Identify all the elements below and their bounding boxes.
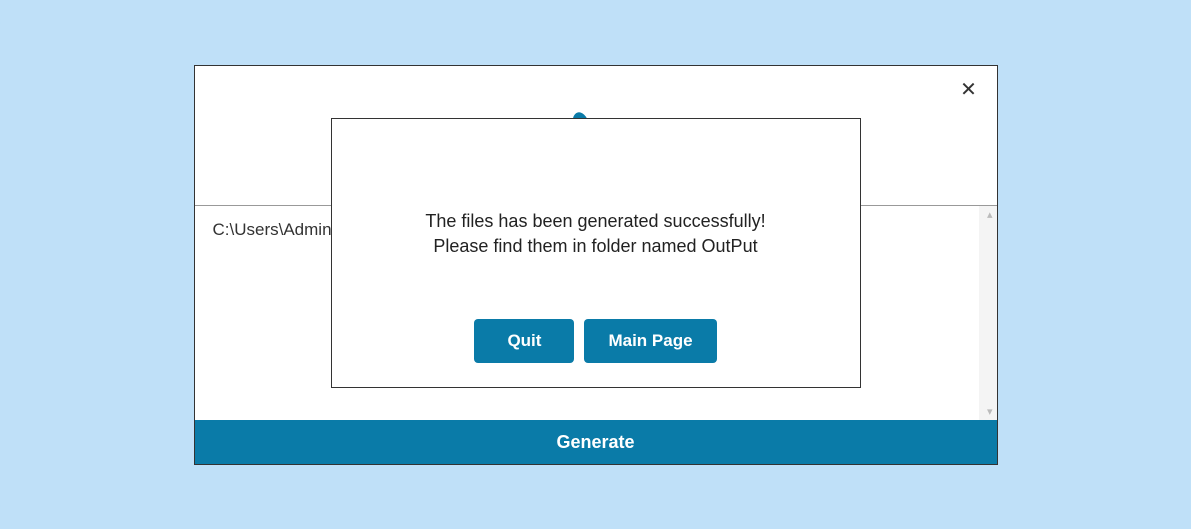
modal-message-line2: Please find them in folder named OutPut: [425, 234, 765, 259]
close-button[interactable]: ✕: [957, 78, 981, 102]
modal-button-row: Quit Main Page: [474, 319, 716, 363]
outer-background: ✕ X C:\Users\Adminis ▴ ▾ Generate The fi…: [0, 0, 1191, 529]
success-modal: The files has been generated successfull…: [331, 118, 861, 388]
app-window: ✕ X C:\Users\Adminis ▴ ▾ Generate The fi…: [194, 65, 998, 465]
modal-message: The files has been generated successfull…: [425, 209, 765, 259]
modal-message-line1: The files has been generated successfull…: [425, 209, 765, 234]
close-icon: ✕: [960, 77, 977, 102]
scroll-down-arrow-icon[interactable]: ▾: [987, 405, 993, 418]
file-path-text: C:\Users\Adminis: [213, 220, 344, 240]
scrollbar-track[interactable]: ▴ ▾: [979, 206, 997, 420]
main-page-button[interactable]: Main Page: [584, 319, 716, 363]
generate-button-label: Generate: [556, 432, 634, 453]
generate-button[interactable]: Generate: [195, 420, 997, 464]
quit-button[interactable]: Quit: [474, 319, 574, 363]
scroll-up-arrow-icon[interactable]: ▴: [987, 208, 993, 221]
